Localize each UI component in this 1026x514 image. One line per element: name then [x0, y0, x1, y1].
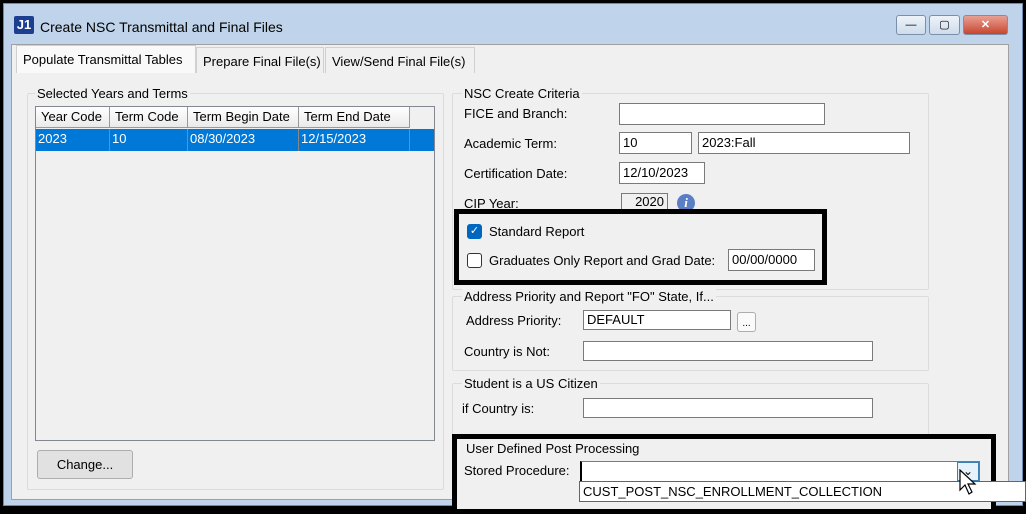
- if-country-is-label: if Country is:: [462, 401, 535, 416]
- stored-procedure-label: Stored Procedure:: [464, 463, 570, 478]
- window-title: Create NSC Transmittal and Final Files: [40, 19, 283, 35]
- column-header-term-end-date[interactable]: Term End Date: [299, 107, 410, 128]
- cell-term-end-date[interactable]: 12/15/2023: [299, 129, 410, 151]
- if-country-is-input[interactable]: [583, 398, 873, 418]
- minimize-button[interactable]: —: [896, 15, 926, 35]
- years-terms-grid[interactable]: Year Code Term Code Term Begin Date Term…: [35, 106, 435, 441]
- certification-date-label: Certification Date:: [464, 166, 568, 181]
- academic-term-label: Academic Term:: [464, 136, 557, 151]
- tab-view-send-final-files[interactable]: View/Send Final File(s): [325, 47, 475, 73]
- maximize-button[interactable]: ▢: [929, 15, 960, 35]
- address-priority-group-label: Address Priority and Report "FO" State, …: [462, 289, 716, 304]
- country-is-not-input[interactable]: [583, 341, 873, 361]
- term-code-input[interactable]: 10: [619, 132, 692, 154]
- address-priority-label: Address Priority:: [466, 313, 562, 328]
- mouse-cursor-icon: [959, 469, 977, 495]
- cell-term-code[interactable]: 10: [110, 129, 188, 151]
- post-processing-group-label: User Defined Post Processing: [466, 441, 640, 456]
- standard-report-checkbox[interactable]: ✓: [467, 224, 482, 239]
- address-priority-lookup-button[interactable]: ...: [737, 312, 756, 332]
- standard-report-label: Standard Report: [489, 224, 585, 239]
- fice-input[interactable]: [619, 103, 825, 125]
- address-priority-input[interactable]: DEFAULT: [583, 310, 731, 330]
- grad-date-input[interactable]: 00/00/0000: [728, 249, 815, 271]
- cell-year-code[interactable]: 2023: [36, 129, 110, 151]
- stored-procedure-combobox[interactable]: [580, 461, 980, 482]
- selected-years-label: Selected Years and Terms: [35, 86, 190, 101]
- cell-term-begin-date[interactable]: 08/30/2023: [188, 129, 299, 151]
- fice-label: FICE and Branch:: [464, 106, 568, 121]
- graduates-only-checkbox[interactable]: [467, 253, 482, 268]
- certification-date-input[interactable]: 12/10/2023: [619, 162, 705, 184]
- tab-populate-transmittal-tables[interactable]: Populate Transmittal Tables: [16, 45, 196, 73]
- close-button[interactable]: ✕: [963, 15, 1008, 35]
- change-button[interactable]: Change...: [37, 450, 133, 479]
- term-description-input[interactable]: 2023:Fall: [698, 132, 910, 154]
- app-logo: J1: [14, 16, 34, 34]
- us-citizen-group-label: Student is a US Citizen: [462, 376, 600, 391]
- graduates-only-label: Graduates Only Report and Grad Date:: [489, 253, 716, 268]
- highlight-box-report-type: [454, 209, 827, 285]
- column-header-year-code[interactable]: Year Code: [36, 107, 110, 128]
- column-header-term-begin-date[interactable]: Term Begin Date: [188, 107, 299, 128]
- tab-prepare-final-files[interactable]: Prepare Final File(s): [196, 47, 324, 73]
- column-header-term-code[interactable]: Term Code: [110, 107, 188, 128]
- nsc-criteria-label: NSC Create Criteria: [462, 86, 582, 101]
- country-is-not-label: Country is Not:: [464, 344, 550, 359]
